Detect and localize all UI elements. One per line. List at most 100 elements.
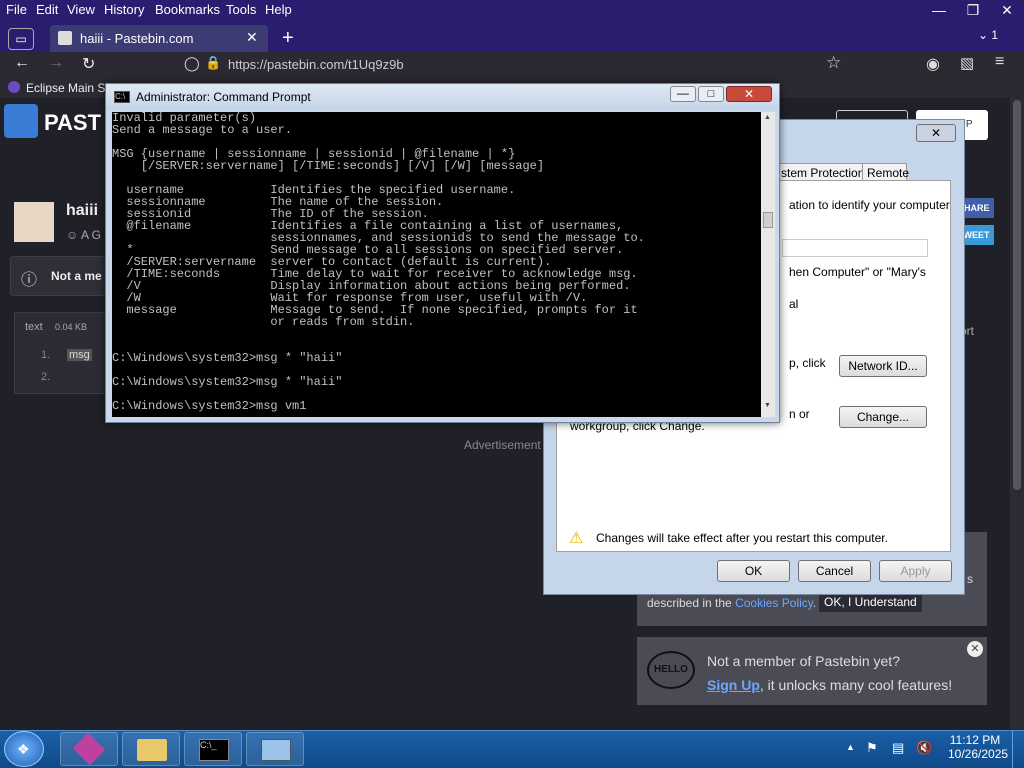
taskbar-pastebin-app[interactable]: [60, 732, 118, 766]
cmd-scrollbar[interactable]: ▲ ▼: [761, 112, 775, 417]
menu-view[interactable]: View: [67, 2, 95, 17]
restart-warning: Changes will take effect after you resta…: [596, 531, 888, 545]
signup-link[interactable]: Sign Up: [707, 677, 760, 693]
network-icon[interactable]: ▤: [892, 740, 904, 756]
close-icon[interactable]: ✕: [726, 86, 772, 102]
firefox-app-icon: [72, 732, 106, 766]
hello-icon: HELLO: [647, 651, 695, 689]
minimize-icon[interactable]: —: [670, 86, 696, 102]
info-icon: ⓘ: [21, 272, 38, 289]
close-icon: ✕: [930, 126, 942, 140]
network-id-text: p, click: [789, 356, 826, 370]
computer-description-field[interactable]: [782, 239, 928, 257]
cmd-console-output[interactable]: Invalid parameter(s) Send a message to a…: [112, 112, 761, 417]
clock-date: 10/26/2025: [948, 747, 1009, 761]
folder-icon: [137, 739, 167, 761]
maximize-icon[interactable]: □: [698, 86, 724, 102]
menu-help[interactable]: Help: [265, 2, 292, 17]
clock-time: 11:12 PM: [949, 733, 1001, 747]
scrollbar-thumb[interactable]: [763, 212, 773, 228]
chevron-down-icon: ⌄: [978, 28, 989, 42]
cmd-title: Administrator: Command Prompt: [136, 90, 311, 104]
extensions-icon[interactable]: ▧: [960, 54, 974, 72]
restore-icon[interactable]: ❐: [956, 0, 990, 22]
menu-history[interactable]: History: [104, 2, 144, 17]
action-center-icon[interactable]: ⚑: [866, 740, 878, 756]
eclipse-icon: [8, 81, 20, 93]
line-number: 2.: [41, 371, 51, 383]
menu-bar: File Edit View History Bookmarks Tools H…: [0, 0, 1024, 22]
window-controls: — ❐ ✕: [922, 0, 1024, 22]
ok-button[interactable]: OK: [717, 560, 790, 582]
bookmark-eclipse[interactable]: Eclipse Main S: [26, 81, 105, 95]
taskbar-system-properties[interactable]: [246, 732, 304, 766]
example-text: hen Computer" or "Mary's: [789, 265, 926, 279]
dialog-close-button[interactable]: ✕: [916, 124, 956, 142]
menu-hamburger-icon[interactable]: ≡: [995, 53, 1004, 71]
volume-muted-icon[interactable]: 🔇: [916, 740, 932, 756]
scroll-up-icon[interactable]: ▲: [764, 114, 771, 121]
cookie-text: described in the Cookies Policy.: [647, 596, 817, 610]
scroll-down-icon[interactable]: ▼: [764, 402, 771, 409]
tab-title: haiii - Pastebin.com: [80, 31, 194, 46]
size-label: 0.04 KB: [55, 322, 88, 332]
change-button[interactable]: Change...: [839, 406, 927, 428]
menu-edit[interactable]: Edit: [36, 2, 58, 17]
page-scrollbar[interactable]: [1010, 98, 1024, 730]
line-number: 1.: [41, 349, 51, 361]
close-icon[interactable]: ✕: [967, 641, 983, 657]
account-icon[interactable]: ◉: [926, 54, 940, 74]
reload-icon[interactable]: ↻: [82, 54, 95, 74]
tab-pastebin[interactable]: haiii - Pastebin.com ✕: [50, 25, 268, 52]
windows-logo-icon: ❖: [17, 741, 30, 757]
new-tab-icon[interactable]: +: [282, 27, 294, 50]
warning-icon: ⚠: [569, 530, 584, 547]
system-icon: [261, 739, 291, 761]
menu-file[interactable]: File: [6, 2, 27, 17]
url-bar[interactable]: https://pastebin.com/t1Uq9z9b: [172, 54, 862, 76]
back-icon[interactable]: ←: [14, 54, 30, 72]
cookie-fragment: s: [967, 572, 973, 586]
command-prompt-window: C:\ Administrator: Command Prompt — □ ✕ …: [105, 83, 780, 423]
tab-list-button[interactable]: ⌄ 1: [978, 28, 1016, 48]
tab-overview-icon[interactable]: ▭: [8, 28, 34, 50]
clock[interactable]: 11:12 PM 10/26/2025: [948, 733, 1009, 761]
tray-expand-icon[interactable]: ▲: [846, 742, 855, 752]
pastebin-logo-icon: [4, 104, 38, 138]
description-text: ation to identify your computer: [789, 198, 950, 212]
member-text: Sign Up, it unlocks many cool features!: [707, 677, 953, 693]
code-line-1: msg: [67, 349, 92, 361]
avatar[interactable]: [14, 202, 54, 242]
url-text[interactable]: https://pastebin.com/t1Uq9z9b: [228, 57, 404, 72]
cancel-button[interactable]: Cancel: [798, 560, 871, 582]
menu-bookmarks[interactable]: Bookmarks: [155, 2, 220, 17]
apply-button[interactable]: Apply: [879, 560, 952, 582]
cookies-policy-link[interactable]: Cookies Policy: [735, 596, 813, 610]
advertisement-label: Advertisement: [464, 438, 541, 452]
tab-close-icon[interactable]: ✕: [246, 29, 258, 46]
taskbar-cmd[interactable]: C:\_: [184, 732, 242, 766]
forward-icon[interactable]: →: [48, 54, 64, 72]
cmd-taskbar-icon: C:\_: [199, 739, 229, 761]
menu-tools[interactable]: Tools: [226, 2, 256, 17]
minimize-icon[interactable]: —: [922, 0, 956, 22]
show-desktop-button[interactable]: [1012, 731, 1024, 768]
pastebin-favicon-icon: [58, 31, 72, 45]
taskbar-explorer[interactable]: [122, 732, 180, 766]
label-text: al: [789, 297, 799, 311]
paste-title: haiii: [66, 202, 99, 219]
network-id-button[interactable]: Network ID...: [839, 355, 927, 377]
scrollbar-thumb[interactable]: [1013, 100, 1021, 490]
rename-text: n or: [789, 407, 810, 421]
start-button[interactable]: ❖: [4, 731, 44, 767]
cmd-titlebar[interactable]: C:\ Administrator: Command Prompt — □ ✕: [106, 84, 779, 110]
paste-author: ☺ A G: [66, 228, 101, 242]
user-icon: ☺: [66, 228, 79, 242]
format-label[interactable]: text: [25, 321, 43, 333]
close-icon[interactable]: ✕: [990, 0, 1024, 22]
member-question: Not a member of Pastebin yet?: [707, 653, 900, 669]
site-logo-text[interactable]: PAST: [44, 110, 101, 136]
cmd-app-icon: C:\: [114, 91, 130, 103]
cookie-accept-button[interactable]: OK, I Understand: [819, 592, 922, 612]
member-notice: HELLO Not a member of Pastebin yet? Sign…: [637, 637, 987, 705]
